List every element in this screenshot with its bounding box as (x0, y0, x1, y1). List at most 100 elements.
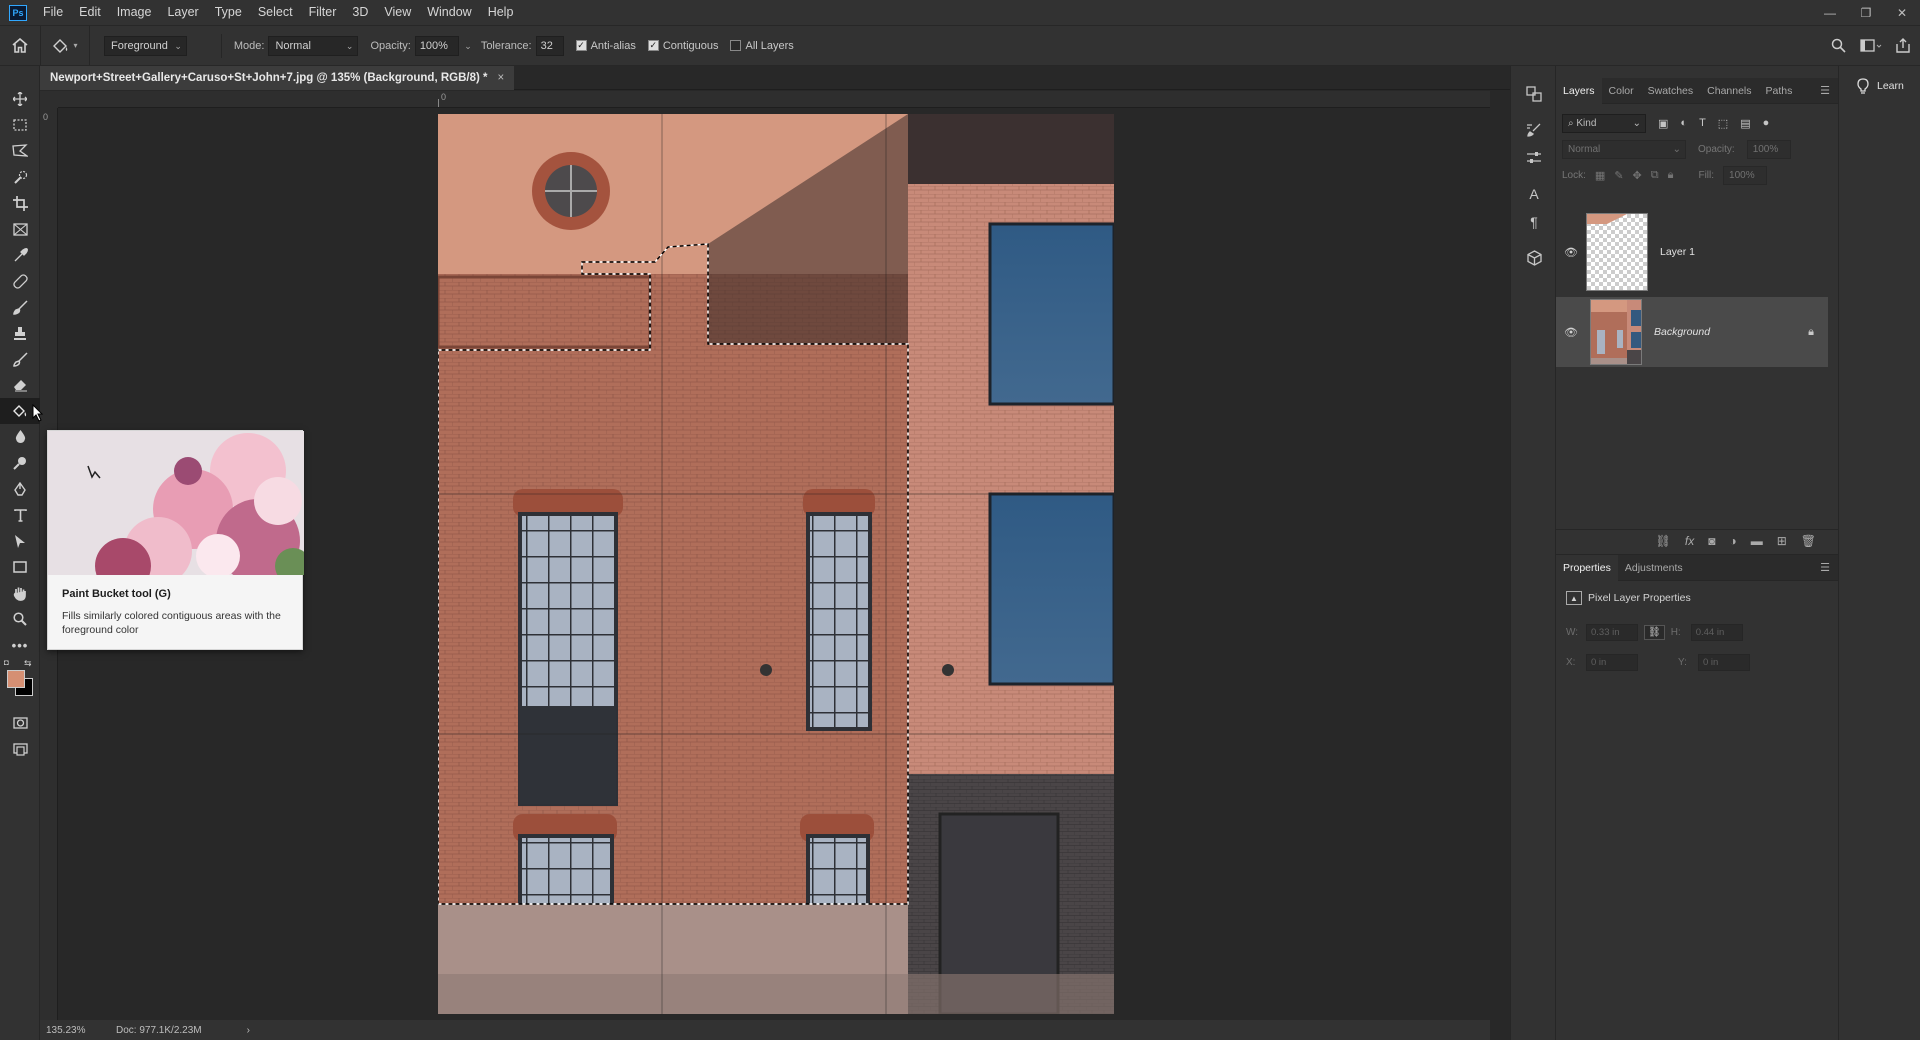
type-tool[interactable] (0, 502, 40, 528)
close-button[interactable]: ✕ (1884, 0, 1920, 25)
quick-selection-tool[interactable] (0, 164, 40, 190)
panel-menu-icon[interactable]: ☰ (1820, 561, 1830, 574)
smart-object-filter-icon[interactable]: ▤ (1740, 117, 1750, 130)
fill-source-select[interactable]: Foreground ⌄ (104, 35, 187, 56)
ruler-origin[interactable] (40, 91, 58, 108)
move-tool[interactable] (0, 86, 40, 112)
tab-layers[interactable]: Layers (1556, 77, 1602, 104)
share-icon[interactable] (1896, 38, 1910, 53)
menu-filter[interactable]: Filter (301, 0, 345, 25)
all-layers-checkbox[interactable]: All Layers (730, 40, 794, 52)
trash-icon[interactable]: 🗑︎ (1801, 534, 1816, 548)
blend-mode-select[interactable]: Normal ⌄ (1562, 139, 1686, 159)
menu-image[interactable]: Image (109, 0, 160, 25)
adjustment-filter-icon[interactable]: ◐ (1680, 117, 1687, 129)
history-panel-button[interactable] (1511, 80, 1557, 108)
history-brush-tool[interactable] (0, 346, 40, 372)
tab-channels[interactable]: Channels (1700, 78, 1758, 104)
3d-panel-button[interactable] (1511, 244, 1557, 272)
default-colors-icon[interactable]: ◘ (4, 658, 9, 667)
swap-colors-icon[interactable]: ⇆ (24, 658, 32, 669)
clone-stamp-tool[interactable] (0, 320, 40, 346)
link-icon[interactable]: ⛓ (1644, 624, 1665, 640)
panel-menu-icon[interactable]: ☰ (1820, 84, 1830, 97)
opacity-input[interactable]: 100% ⌄ (414, 35, 472, 56)
brush-settings-button[interactable] (1511, 116, 1557, 144)
menu-help[interactable]: Help (480, 0, 522, 25)
lock-pixels-icon[interactable]: ✎ (1614, 169, 1623, 182)
lock-transparency-icon[interactable]: ▦ (1595, 169, 1605, 182)
lock-all-icon[interactable]: 🔒︎ (1668, 169, 1674, 182)
menu-3d[interactable]: 3D (344, 0, 376, 25)
lasso-tool[interactable] (0, 138, 40, 164)
x-input[interactable]: 0 in (1586, 653, 1638, 671)
lock-artboard-icon[interactable]: ⧉ (1651, 169, 1659, 182)
new-group-icon[interactable]: ▬ (1751, 534, 1763, 548)
link-layers-icon[interactable]: ⛓ (1656, 534, 1671, 548)
learn-button[interactable]: Learn (1857, 78, 1920, 94)
chevron-down-icon[interactable]: ⌄ (464, 37, 472, 55)
document-tab[interactable]: Newport+Street+Gallery+Caruso+St+John+7.… (40, 66, 515, 90)
anti-alias-checkbox[interactable]: ✓ Anti-alias (575, 40, 636, 52)
tab-adjustments[interactable]: Adjustments (1618, 555, 1690, 581)
home-button[interactable] (0, 26, 40, 65)
height-input[interactable]: 0.44 in (1690, 623, 1743, 641)
shape-filter-icon[interactable]: ⬚ (1718, 117, 1728, 130)
menu-layer[interactable]: Layer (159, 0, 206, 25)
type-filter-icon[interactable]: T (1699, 117, 1706, 129)
foreground-color-swatch[interactable] (7, 670, 25, 688)
eraser-tool[interactable] (0, 372, 40, 398)
eyedropper-tool[interactable] (0, 242, 40, 268)
rectangle-tool[interactable] (0, 554, 40, 580)
menu-edit[interactable]: Edit (71, 0, 109, 25)
tool-preset-picker[interactable]: ▾ (40, 26, 90, 65)
layer-name[interactable]: Layer 1 (1660, 246, 1828, 258)
layer-opacity-input[interactable]: 100% (1746, 139, 1791, 159)
path-selection-tool[interactable] (0, 528, 40, 554)
menu-window[interactable]: Window (419, 0, 479, 25)
adjust-button[interactable] (1511, 144, 1557, 172)
menu-file[interactable]: File (35, 0, 71, 25)
tab-swatches[interactable]: Swatches (1641, 78, 1701, 104)
adjustment-layer-icon[interactable]: ◑ (1729, 534, 1736, 548)
layer-name[interactable]: Background (1654, 326, 1808, 338)
character-panel-button[interactable]: A (1511, 180, 1557, 208)
close-tab-icon[interactable]: × (497, 72, 504, 84)
hand-tool[interactable] (0, 580, 40, 606)
layer-row-selected[interactable]: 👁︎ Background 🔒︎ (1556, 297, 1828, 367)
crop-tool[interactable] (0, 190, 40, 216)
brush-tool[interactable] (0, 294, 40, 320)
eye-icon[interactable]: 👁︎ (1556, 246, 1586, 259)
status-menu-arrow[interactable]: › (247, 1025, 250, 1036)
tab-color[interactable]: Color (1602, 78, 1641, 104)
add-mask-icon[interactable]: ◙ (1708, 534, 1715, 548)
menu-select[interactable]: Select (250, 0, 301, 25)
edit-toolbar-button[interactable]: ••• (0, 632, 40, 658)
layer-row[interactable]: 👁︎ Layer 1 (1556, 210, 1828, 294)
pen-tool[interactable] (0, 476, 40, 502)
zoom-level[interactable]: 135.23% (46, 1025, 116, 1036)
lock-position-icon[interactable]: ✥ (1633, 169, 1642, 182)
quick-mask-button[interactable] (0, 710, 40, 736)
fx-icon[interactable]: fx (1685, 534, 1694, 548)
frame-tool[interactable] (0, 216, 40, 242)
filter-toggle-icon[interactable]: ● (1763, 117, 1770, 129)
screen-mode-button[interactable] (0, 736, 40, 762)
zoom-tool[interactable] (0, 606, 40, 632)
marquee-tool[interactable] (0, 112, 40, 138)
tab-paths[interactable]: Paths (1759, 78, 1800, 104)
minimize-button[interactable]: — (1812, 0, 1848, 25)
filter-kind-select[interactable]: ⌕ Kind ⌄ (1562, 113, 1646, 133)
restore-button[interactable]: ❐ (1848, 0, 1884, 25)
dodge-tool[interactable] (0, 450, 40, 476)
contiguous-checkbox[interactable]: ✓ Contiguous (647, 40, 718, 52)
search-icon[interactable] (1831, 38, 1846, 53)
horizontal-ruler[interactable]: 0 (58, 91, 1490, 108)
healing-brush-tool[interactable] (0, 268, 40, 294)
tolerance-input[interactable]: 32 (535, 35, 564, 56)
fill-input[interactable]: 100% (1723, 165, 1768, 185)
tab-properties[interactable]: Properties (1556, 554, 1618, 581)
menu-view[interactable]: View (376, 0, 419, 25)
workspace-icon[interactable] (1860, 38, 1882, 53)
width-input[interactable]: 0.33 in (1586, 623, 1638, 641)
